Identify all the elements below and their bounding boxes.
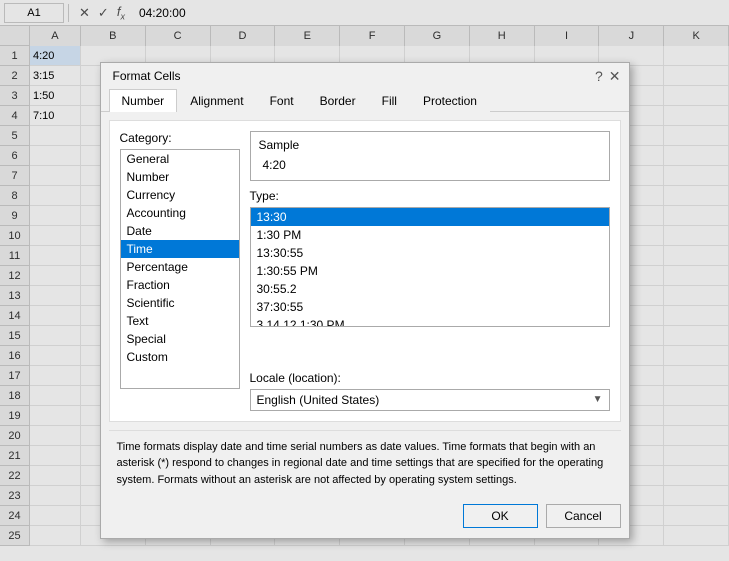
- dialog-title-icons: ? ✕: [595, 69, 621, 83]
- type-list[interactable]: 13:30 1:30 PM 13:30:55 1:30:55 PM 30:55.…: [250, 207, 610, 327]
- locale-select[interactable]: English (United States) ▼: [250, 389, 610, 411]
- category-item-currency[interactable]: Currency: [121, 186, 239, 204]
- category-item-custom[interactable]: Custom: [121, 348, 239, 366]
- description-area: Time formats display date and time seria…: [109, 430, 621, 497]
- description-text: Time formats display date and time seria…: [117, 441, 604, 486]
- dialog-body: Category: General Number Currency Accoun…: [109, 120, 621, 422]
- tab-border[interactable]: Border: [307, 89, 369, 112]
- type-item-1330[interactable]: 13:30: [251, 208, 609, 226]
- category-item-text[interactable]: Text: [121, 312, 239, 330]
- category-item-scientific[interactable]: Scientific: [121, 294, 239, 312]
- type-label: Type:: [250, 189, 610, 203]
- type-item-13055pm[interactable]: 1:30:55 PM: [251, 262, 609, 280]
- locale-section: Locale (location): English (United State…: [250, 371, 610, 411]
- dialog-title: Format Cells: [113, 69, 181, 83]
- tab-protection[interactable]: Protection: [410, 89, 490, 112]
- tab-alignment[interactable]: Alignment: [177, 89, 256, 112]
- tab-number[interactable]: Number: [109, 89, 178, 112]
- dialog-overlay: Format Cells ? ✕ Number Alignment Font B…: [0, 0, 729, 561]
- cancel-button[interactable]: Cancel: [546, 504, 621, 528]
- dialog-title-bar: Format Cells ? ✕: [101, 63, 629, 89]
- category-item-special[interactable]: Special: [121, 330, 239, 348]
- dialog-buttons: OK Cancel: [101, 504, 629, 538]
- type-item-373055[interactable]: 37:30:55: [251, 298, 609, 316]
- help-icon[interactable]: ?: [595, 69, 603, 83]
- format-cells-dialog: Format Cells ? ✕ Number Alignment Font B…: [100, 62, 630, 540]
- category-item-number[interactable]: Number: [121, 168, 239, 186]
- ok-button[interactable]: OK: [463, 504, 538, 528]
- type-item-130pm[interactable]: 1:30 PM: [251, 226, 609, 244]
- category-item-general[interactable]: General: [121, 150, 239, 168]
- tab-fill[interactable]: Fill: [369, 89, 410, 112]
- category-item-percentage[interactable]: Percentage: [121, 258, 239, 276]
- category-list[interactable]: General Number Currency Accounting Date …: [120, 149, 240, 389]
- locale-label: Locale (location):: [250, 371, 610, 385]
- sample-section: Sample 4:20: [250, 131, 610, 181]
- category-panel: Category: General Number Currency Accoun…: [120, 131, 240, 411]
- category-item-time[interactable]: Time: [121, 240, 239, 258]
- category-label: Category:: [120, 131, 240, 145]
- type-list-container: 13:30 1:30 PM 13:30:55 1:30:55 PM 30:55.…: [250, 207, 610, 363]
- dialog-content: Category: General Number Currency Accoun…: [120, 131, 610, 411]
- locale-select-value: English (United States): [257, 393, 380, 407]
- locale-dropdown-arrow-icon: ▼: [593, 394, 603, 405]
- category-item-fraction[interactable]: Fraction: [121, 276, 239, 294]
- right-panel: Sample 4:20 Type: 13:30 1:30 PM 13:30:55…: [250, 131, 610, 411]
- category-item-accounting[interactable]: Accounting: [121, 204, 239, 222]
- type-section: Type: 13:30 1:30 PM 13:30:55 1:30:55 PM …: [250, 189, 610, 363]
- category-item-date[interactable]: Date: [121, 222, 239, 240]
- dialog-tabs: Number Alignment Font Border Fill Protec…: [101, 89, 629, 112]
- sample-value: 4:20: [259, 156, 601, 174]
- sample-label: Sample: [259, 138, 601, 152]
- type-item-3141230pm[interactable]: 3.14.12 1:30 PM: [251, 316, 609, 327]
- tab-font[interactable]: Font: [257, 89, 307, 112]
- close-icon[interactable]: ✕: [609, 69, 621, 83]
- type-item-133055[interactable]: 13:30:55: [251, 244, 609, 262]
- type-item-30552[interactable]: 30:55.2: [251, 280, 609, 298]
